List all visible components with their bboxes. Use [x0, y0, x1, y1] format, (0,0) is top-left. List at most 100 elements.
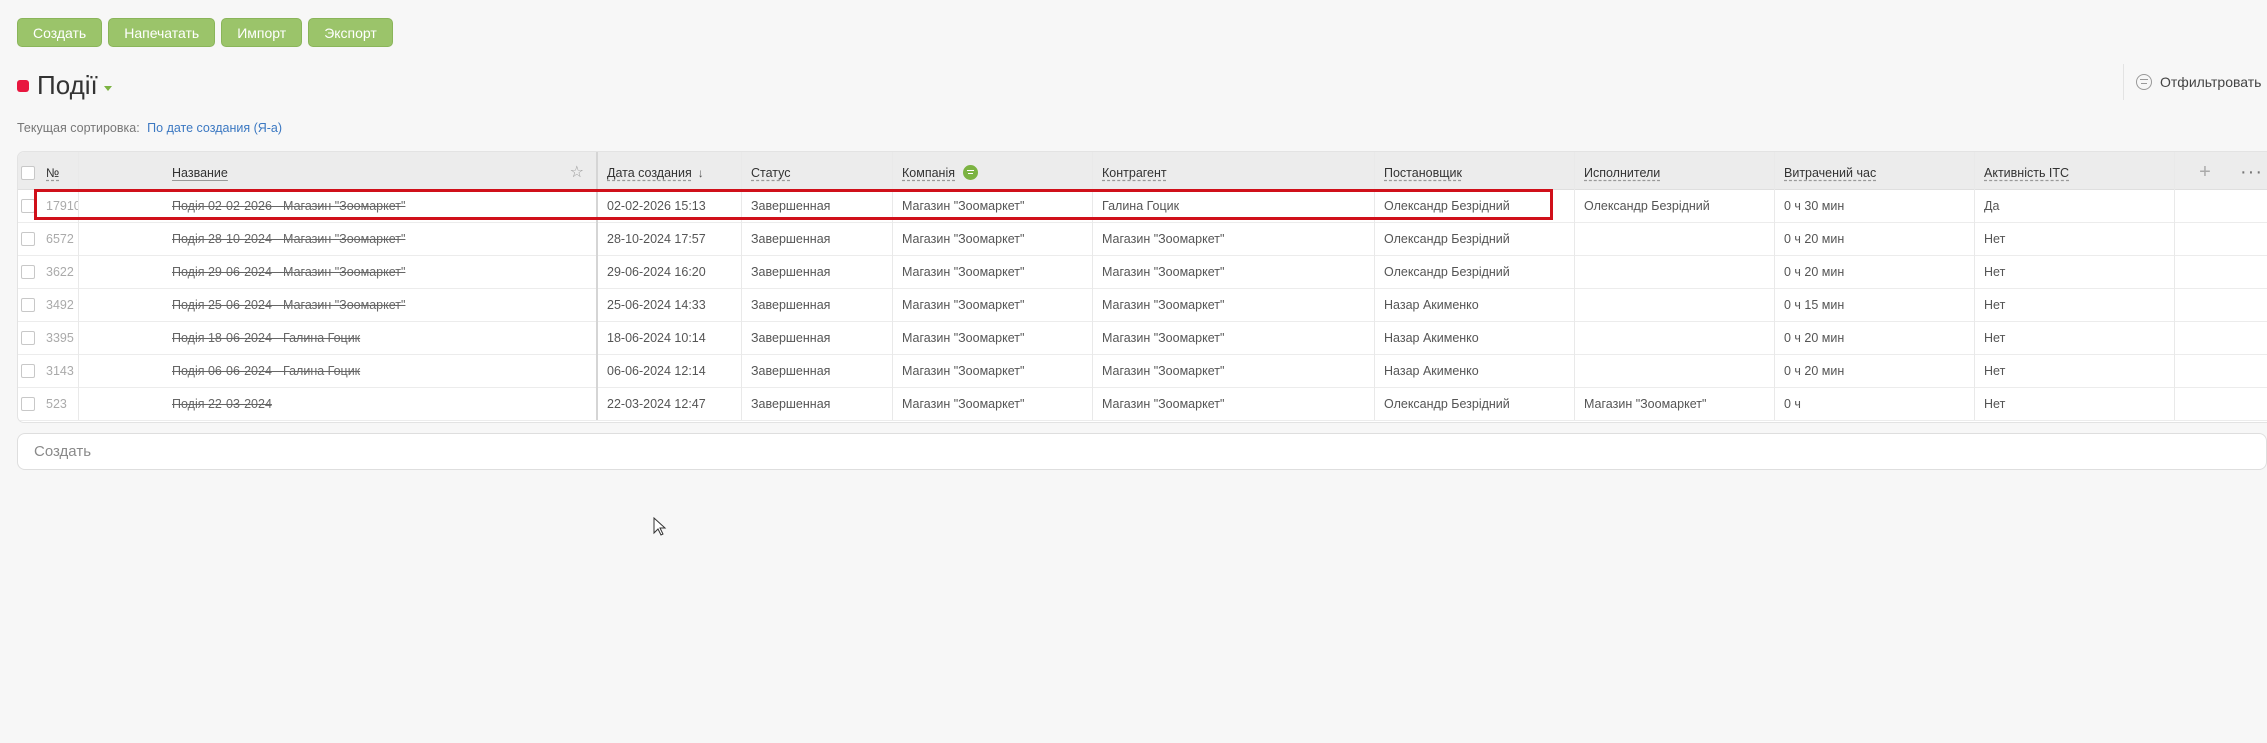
row-checkbox[interactable]	[20, 198, 35, 213]
row-checkbox-cell	[18, 354, 37, 387]
row-checkbox[interactable]	[20, 297, 35, 312]
cell-status-text: Завершенная	[751, 231, 831, 246]
cell-name[interactable]: Подія 06-06-2024 - Галина Гоцик	[79, 354, 598, 387]
table-row[interactable]: 3622 Подія 29-06-2024 - Магазин "Зоомарке…	[18, 255, 2267, 289]
row-checkbox[interactable]	[20, 396, 35, 411]
cell-num-text: 3395	[46, 330, 74, 345]
cell-contractor: Магазин "Зоомаркет"	[1093, 354, 1375, 387]
cell-contractor-text: Магазин "Зоомаркет"	[1102, 231, 1225, 246]
table-row[interactable]: 17910 Подія 02-02-2026 - Магазин "Зоомарк…	[18, 189, 2267, 223]
cell-time-spent-text: 0 ч 30 мин	[1784, 198, 1845, 213]
cell-status-text: Завершенная	[751, 363, 831, 378]
cell-time-spent-text: 0 ч 20 мин	[1784, 264, 1845, 279]
export-button[interactable]: Экспорт	[308, 18, 393, 47]
cell-company: Магазин "Зоомаркет"	[893, 387, 1093, 420]
chevron-down-icon[interactable]	[103, 86, 112, 91]
cell-author: Олександр Безрідний	[1375, 387, 1575, 420]
cell-executors	[1575, 354, 1775, 387]
table-row[interactable]: 3395 Подія 18-06-2024 - Галина Гоцик 18-06…	[18, 321, 2267, 355]
col-company[interactable]: Компанія	[893, 152, 1093, 189]
cell-contractor: Магазин "Зоомаркет"	[1093, 255, 1375, 288]
cell-author-text: Олександр Безрідний	[1384, 264, 1510, 279]
cell-time-spent: 0 ч 20 мин	[1775, 321, 1975, 354]
cell-status: Завершенная	[742, 321, 893, 354]
cell-name-text[interactable]: Подія 18-06-2024 - Галина Гоцик	[172, 331, 360, 345]
cell-executors	[1575, 288, 1775, 321]
select-all-checkbox[interactable]	[20, 165, 35, 180]
page-title-wrap[interactable]: Події	[17, 70, 112, 101]
cell-time-spent-text: 0 ч 20 мин	[1784, 231, 1845, 246]
cell-name[interactable]: Подія 18-06-2024 - Галина Гоцик	[79, 321, 598, 354]
cell-num-text: 3492	[46, 297, 74, 312]
table-row[interactable]: 523 Подія 22-03-2024 22-03-2024 12:47 Завер…	[18, 387, 2267, 421]
col-time-spent[interactable]: Витрачений час	[1775, 152, 1975, 189]
cell-name[interactable]: Подія 29-06-2024 - Магазин "Зоомаркет"	[79, 255, 598, 288]
cell-company-text: Магазин "Зоомаркет"	[902, 198, 1025, 213]
row-checkbox[interactable]	[20, 231, 35, 246]
row-checkbox-cell	[18, 288, 37, 321]
cell-contractor: Магазин "Зоомаркет"	[1093, 288, 1375, 321]
col-status[interactable]: Статус	[742, 152, 893, 189]
col-contractor[interactable]: Контрагент	[1093, 152, 1375, 189]
filter-button[interactable]: Отфильтровать	[2123, 64, 2267, 100]
cell-created-text: 02-02-2026 15:13	[607, 198, 706, 213]
sorting-link[interactable]: По дате создания (Я-а)	[147, 121, 282, 135]
cell-created: 28-10-2024 17:57	[598, 222, 742, 255]
table-row[interactable]: 6572 Подія 28-10-2024 - Магазин "Зоомарке…	[18, 222, 2267, 256]
create-inline-input[interactable]: Создать	[17, 433, 2267, 470]
cell-name[interactable]: Подія 25-06-2024 - Магазин "Зоомаркет"	[79, 288, 598, 321]
events-table: № Название ☆ Дата создания ↓ Статус Комп…	[17, 151, 2267, 423]
table-row[interactable]: 3492 Подія 25-06-2024 - Магазин "Зоомарке…	[18, 288, 2267, 322]
cell-contractor: Магазин "Зоомаркет"	[1093, 222, 1375, 255]
col-name[interactable]: Название ☆	[79, 152, 598, 189]
cell-author-text: Назар Акименко	[1384, 330, 1479, 345]
cell-name[interactable]: Подія 02-02-2026 - Магазин "Зоомаркет"	[79, 189, 598, 222]
cell-name[interactable]: Подія 28-10-2024 - Магазин "Зоомаркет"	[79, 222, 598, 255]
cell-name[interactable]: Подія 22-03-2024	[79, 387, 598, 420]
import-button[interactable]: Импорт	[221, 18, 303, 47]
row-checkbox[interactable]	[20, 363, 35, 378]
cell-activity-text: Нет	[1984, 264, 2006, 279]
table-row[interactable]: 3143 Подія 06-06-2024 - Галина Гоцик 06-06…	[18, 354, 2267, 388]
col-created[interactable]: Дата создания ↓	[598, 152, 742, 189]
sort-arrow-down-icon[interactable]: ↓	[698, 166, 704, 180]
cell-num-text: 17910	[46, 198, 79, 213]
row-checkbox[interactable]	[20, 330, 35, 345]
col-activity[interactable]: Активність ІТС	[1975, 152, 2175, 189]
cell-status: Завершенная	[742, 189, 893, 222]
cell-num-text: 3622	[46, 264, 74, 279]
cell-author: Назар Акименко	[1375, 288, 1575, 321]
mouse-cursor-icon	[653, 517, 667, 536]
cell-created-text: 25-06-2024 14:33	[607, 297, 706, 312]
page-title: Події	[37, 70, 98, 100]
filter-icon	[2136, 74, 2152, 90]
cell-company-text: Магазин "Зоомаркет"	[902, 231, 1025, 246]
cell-company: Магазин "Зоомаркет"	[893, 255, 1093, 288]
cell-created: 02-02-2026 15:13	[598, 189, 742, 222]
cell-name-text[interactable]: Подія 29-06-2024 - Магазин "Зоомаркет"	[172, 265, 405, 279]
print-button[interactable]: Напечатать	[108, 18, 216, 47]
filter-icon[interactable]	[963, 165, 978, 180]
plus-icon[interactable]: +	[2199, 161, 2211, 184]
cell-num: 3622	[37, 255, 79, 288]
create-button[interactable]: Создать	[17, 18, 103, 47]
row-checkbox[interactable]	[20, 264, 35, 279]
cell-status-text: Завершенная	[751, 198, 831, 213]
cell-author-text: Назар Акименко	[1384, 297, 1479, 312]
cell-author-text: Олександр Безрідний	[1384, 396, 1510, 411]
col-num[interactable]: №	[37, 152, 79, 189]
cell-name-text[interactable]: Подія 28-10-2024 - Магазин "Зоомаркет"	[172, 232, 405, 246]
cell-name-text[interactable]: Подія 25-06-2024 - Магазин "Зоомаркет"	[172, 298, 405, 312]
col-executors-label: Исполнители	[1584, 165, 1661, 180]
cell-name-text[interactable]: Подія 02-02-2026 - Магазин "Зоомаркет"	[172, 199, 405, 213]
col-author-label: Постановщик	[1384, 165, 1462, 180]
star-icon[interactable]: ☆	[570, 162, 584, 182]
cell-contractor-text: Магазин "Зоомаркет"	[1102, 330, 1225, 345]
col-author[interactable]: Постановщик	[1375, 152, 1575, 189]
cell-name-text[interactable]: Подія 22-03-2024	[172, 397, 272, 411]
cell-executors	[1575, 255, 1775, 288]
more-dots-icon[interactable]: ···	[2240, 161, 2263, 184]
cell-name-text[interactable]: Подія 06-06-2024 - Галина Гоцик	[172, 364, 360, 378]
col-executors[interactable]: Исполнители	[1575, 152, 1775, 189]
cell-time-spent: 0 ч 20 мин	[1775, 255, 1975, 288]
